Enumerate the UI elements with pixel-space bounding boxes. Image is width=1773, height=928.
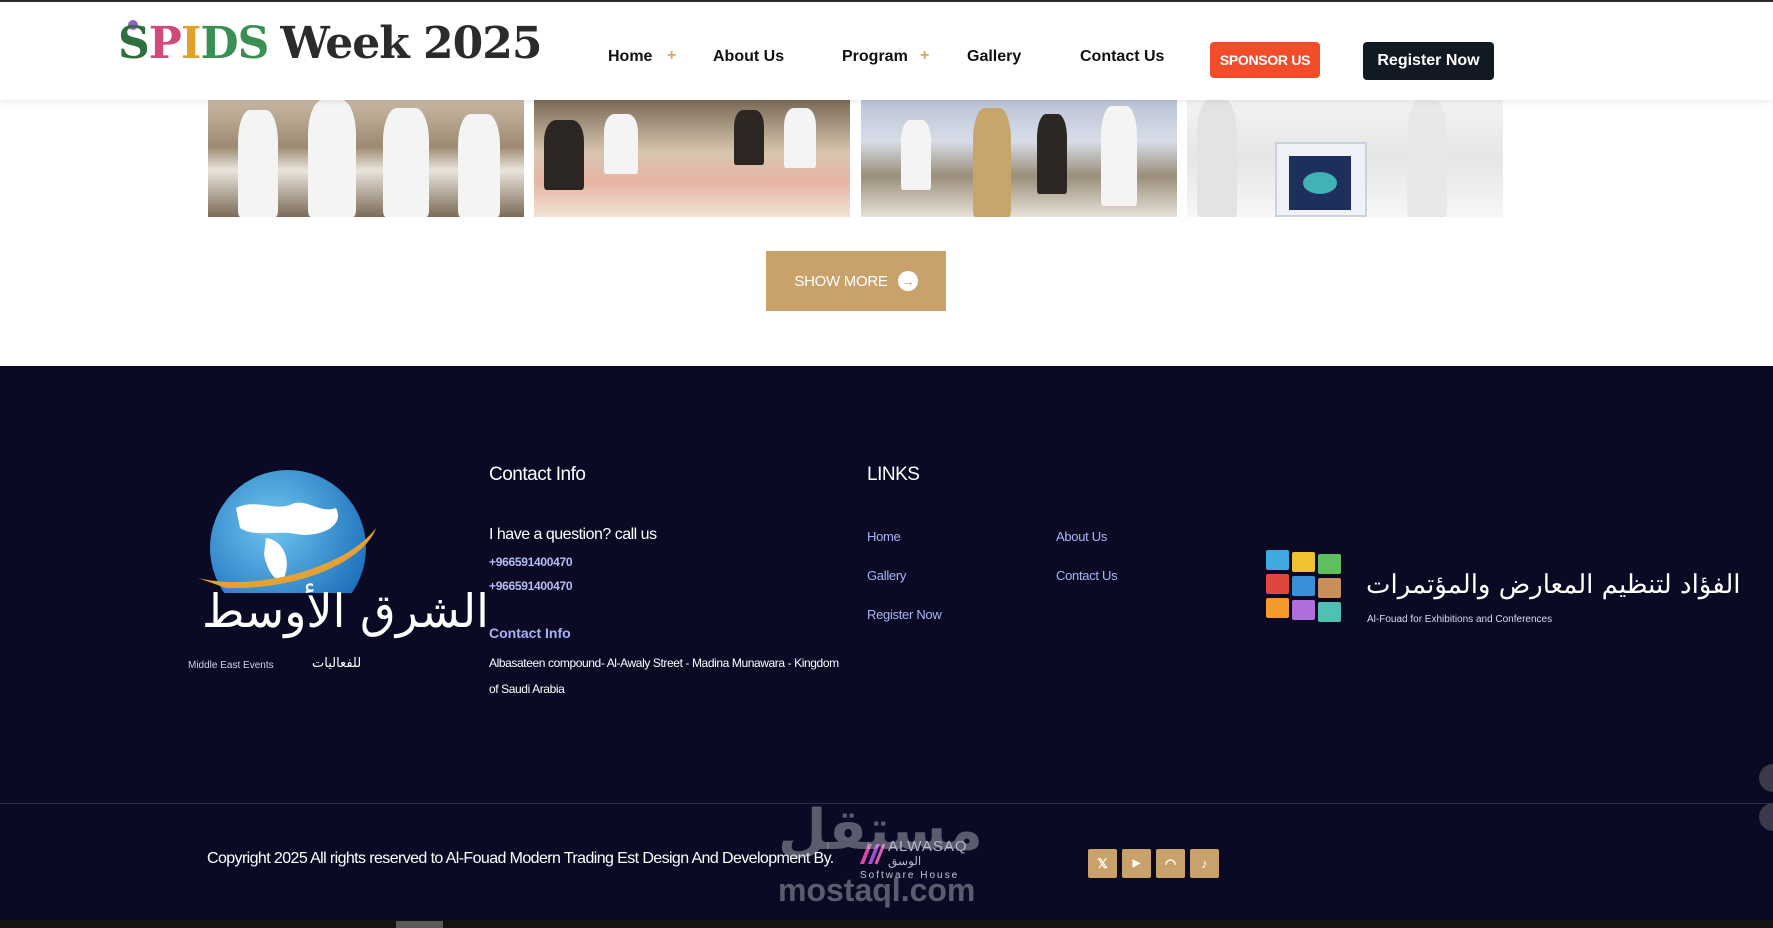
contact-question: I have a question? call us bbox=[489, 526, 657, 543]
brand-caption-en: Middle East Events bbox=[188, 660, 274, 671]
show-more-button[interactable]: SHOW MORE → bbox=[766, 251, 946, 311]
phone-link-2[interactable]: +966591400470 bbox=[489, 579, 573, 593]
nav-gallery[interactable]: Gallery bbox=[967, 48, 1021, 66]
show-more-label: SHOW MORE bbox=[794, 272, 888, 290]
site-header: S P I DS Week 2025 Home + About Us Progr… bbox=[0, 2, 1773, 100]
brand-arabic: الشرق الأوسط bbox=[202, 584, 489, 638]
footer-link-home[interactable]: Home bbox=[867, 529, 901, 544]
middle-east-events-logo: الشرق الأوسط Middle East Events للفعاليا… bbox=[188, 468, 489, 678]
footer-link-about-us[interactable]: About Us bbox=[1056, 529, 1107, 544]
site-logo[interactable]: S P I DS Week 2025 bbox=[118, 18, 543, 78]
links-heading: LINKS bbox=[867, 464, 920, 485]
register-now-button[interactable]: Register Now bbox=[1363, 42, 1494, 80]
tiktok-icon[interactable]: ♪ bbox=[1190, 849, 1219, 878]
gallery-image-2[interactable] bbox=[534, 100, 850, 217]
scrollbar-thumb[interactable] bbox=[396, 921, 443, 928]
nav-contact-us[interactable]: Contact Us bbox=[1080, 48, 1164, 66]
logo-letter-i: I bbox=[180, 18, 202, 69]
logo-letters-ds: DS bbox=[200, 18, 269, 69]
gallery-image-4[interactable] bbox=[1187, 100, 1503, 217]
gallery-image-1[interactable] bbox=[208, 100, 524, 217]
horizontal-scrollbar[interactable] bbox=[0, 920, 1773, 928]
snapchat-icon[interactable]: ◠ bbox=[1156, 849, 1185, 878]
gallery-image-3[interactable] bbox=[861, 100, 1177, 217]
nav-home[interactable]: Home bbox=[608, 48, 652, 66]
watermark-english: mostaql.com bbox=[778, 872, 976, 908]
nav-program[interactable]: Program bbox=[842, 48, 908, 66]
brand-caption-ar: للفعاليات bbox=[312, 656, 362, 671]
youtube-icon[interactable]: ▶ bbox=[1122, 849, 1151, 878]
nav-program-expand-icon[interactable]: + bbox=[920, 47, 929, 65]
phone-link-1[interactable]: +966591400470 bbox=[489, 555, 573, 569]
contact-info-subheading: Contact Info bbox=[489, 625, 571, 641]
footer-link-contact-us[interactable]: Contact Us bbox=[1056, 568, 1118, 583]
copyright-text: Copyright 2025 All rights reserved to Al… bbox=[207, 850, 834, 867]
nav-about-us[interactable]: About Us bbox=[713, 48, 784, 66]
partner-arabic: الفؤاد لتنظيم المعارض والمؤتمرات bbox=[1366, 570, 1741, 600]
watermark-arabic: مستقل bbox=[778, 798, 983, 863]
logo-letter-s: S bbox=[118, 18, 150, 69]
nav-home-expand-icon[interactable]: + bbox=[667, 47, 676, 65]
globe-icon bbox=[198, 470, 376, 593]
partner-english: Al-Fouad for Exhibitions and Conferences bbox=[1367, 614, 1553, 625]
al-fouad-logo-mark bbox=[1266, 550, 1346, 624]
logo-rest: Week 2025 bbox=[280, 18, 542, 69]
contact-info-heading: Contact Info bbox=[489, 464, 586, 485]
contact-address: Albasateen compound- Al-Awaly Street - M… bbox=[489, 656, 839, 696]
arrow-right-circle-icon: → bbox=[897, 271, 918, 291]
logo-letter-p: P bbox=[148, 18, 182, 69]
sponsor-us-button[interactable]: SPONSOR US bbox=[1210, 42, 1320, 78]
gallery-strip bbox=[208, 100, 1504, 217]
x-twitter-icon[interactable]: 𝕏 bbox=[1088, 849, 1117, 878]
footer-link-gallery[interactable]: Gallery bbox=[867, 568, 906, 583]
footer-link-register-now[interactable]: Register Now bbox=[867, 607, 942, 622]
